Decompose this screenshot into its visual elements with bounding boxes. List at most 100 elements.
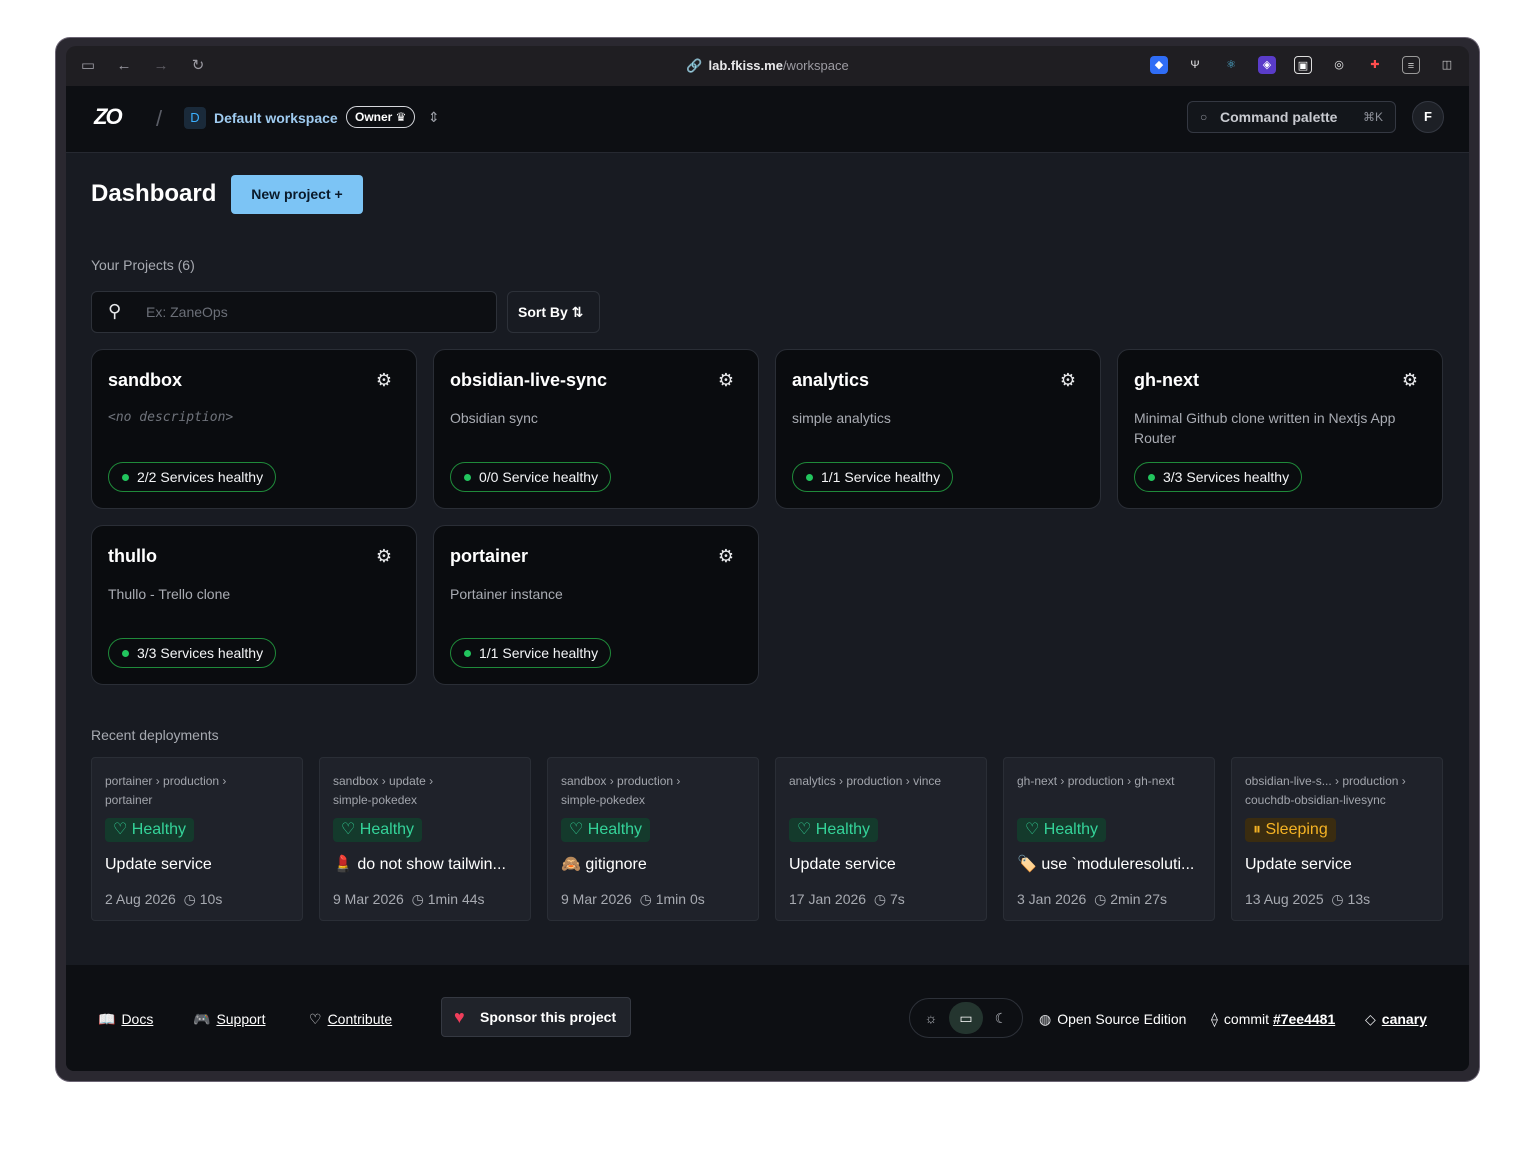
sun-icon[interactable]: ☼	[914, 1002, 948, 1034]
workspace-name[interactable]: Default workspace	[214, 108, 338, 128]
deployment-card[interactable]: sandbox › production › simple-pokedex ♡ H…	[547, 757, 759, 921]
contribute-link[interactable]: ♡ Contribute	[309, 1009, 392, 1029]
deployment-breadcrumb: gh-next › production › gh-next	[1017, 774, 1175, 788]
crumb-environment[interactable]: production	[1068, 774, 1124, 788]
gear-icon[interactable]: ⚙	[376, 546, 392, 567]
crumb-project[interactable]: gh-next	[1017, 774, 1057, 788]
deployment-card[interactable]: obsidian-live-s... › production › couchdb…	[1231, 757, 1443, 921]
recent-deployments-label: Recent deployments	[91, 727, 219, 743]
app: ZO / D Default workspace Owner ♛ ⇕ ○ Com…	[66, 86, 1469, 1071]
project-name[interactable]: gh-next	[1134, 370, 1199, 391]
deployment-card[interactable]: portainer › production › portainer ♡ Heal…	[91, 757, 303, 921]
channel-link[interactable]: canary	[1382, 1011, 1427, 1027]
crumb-service[interactable]: simple-pokedex	[333, 793, 417, 807]
shortcut-hint: ⌘K	[1362, 110, 1383, 124]
project-card[interactable]: thullo ⚙ Thullo - Trello clone 3/3 Servi…	[91, 525, 417, 685]
search-icon: ○	[1200, 110, 1208, 124]
project-name[interactable]: analytics	[792, 370, 869, 391]
commit-hash-link[interactable]: #7ee4481	[1273, 1011, 1335, 1027]
gear-icon[interactable]: ⚙	[376, 370, 392, 391]
support-link[interactable]: 🎮 Support	[193, 1009, 265, 1029]
deployment-meta: 2 Aug 2026 ◷ 10s	[105, 889, 222, 909]
crumb-service[interactable]: couchdb-obsidian-livesync	[1245, 793, 1386, 807]
deployment-breadcrumb: portainer › production › portainer	[105, 774, 227, 807]
crumb-environment[interactable]: production	[846, 774, 902, 788]
gear-icon[interactable]: ⚙	[718, 370, 734, 391]
crumb-project[interactable]: analytics	[789, 774, 836, 788]
glasses-extension-icon[interactable]: ◎	[1330, 56, 1348, 74]
commit-info: ⟠ commit #7ee4481	[1211, 1009, 1335, 1029]
crumb-environment[interactable]: update	[389, 774, 426, 788]
timer-icon: ◷	[411, 891, 424, 907]
status-label: Healthy	[359, 821, 415, 838]
crumb-service[interactable]: portainer	[105, 793, 152, 807]
laptop-icon[interactable]: ▭	[949, 1002, 983, 1034]
page-title: Dashboard	[91, 180, 217, 207]
separator: /	[156, 106, 163, 131]
project-name[interactable]: obsidian-live-sync	[450, 370, 607, 391]
sponsor-label: Sponsor this project	[480, 1009, 617, 1025]
window-extension-icon[interactable]: ▣	[1294, 56, 1312, 74]
search-input[interactable]	[146, 292, 476, 332]
edition-label: Open Source Edition	[1057, 1011, 1187, 1027]
deployment-card[interactable]: analytics › production › vince ♡ Healthy…	[775, 757, 987, 921]
crumb-environment[interactable]: production	[617, 774, 673, 788]
deployment-meta: 17 Jan 2026 ◷ 7s	[789, 889, 905, 909]
gear-icon[interactable]: ⚙	[718, 546, 734, 567]
new-project-button[interactable]: New project +	[231, 175, 363, 214]
deployment-card[interactable]: gh-next › production › gh-next ♡ Healthy…	[1003, 757, 1215, 921]
chevron-up-down-icon[interactable]: ⇕	[428, 106, 440, 128]
crumb-service[interactable]: vince	[913, 774, 941, 788]
crumb-service[interactable]: simple-pokedex	[561, 793, 645, 807]
settings-extension-icon[interactable]: ≡	[1402, 56, 1420, 74]
bitwarden-extension-icon[interactable]: ◆	[1150, 56, 1168, 74]
split-view-icon[interactable]: ◫	[1438, 56, 1456, 74]
top-header: ZO / D Default workspace Owner ♛ ⇕ ○ Com…	[66, 86, 1469, 153]
globe-icon: ◍	[1039, 1011, 1052, 1027]
project-card[interactable]: analytics ⚙ simple analytics 1/1 Service…	[775, 349, 1101, 509]
status-label: Sleeping	[1265, 821, 1328, 838]
status-badge: ♡ Healthy	[1017, 818, 1107, 842]
utensils-extension-icon[interactable]: Ψ	[1186, 56, 1204, 74]
crumb-project[interactable]: obsidian-live-s...	[1245, 774, 1332, 788]
deployment-card[interactable]: sandbox › update › simple-pokedex ♡ Healt…	[319, 757, 531, 921]
crumb-project[interactable]: portainer	[105, 774, 152, 788]
browser-window: ▭ ← → ↻ 🔗 lab.fkiss.me/workspace ◆ Ψ ⚛ ◈ …	[56, 38, 1479, 1081]
deployment-message: 🏷️ use `moduleresoluti...	[1017, 856, 1195, 873]
gear-icon[interactable]: ⚙	[1060, 370, 1076, 391]
status-label: Healthy	[815, 821, 871, 838]
docs-link[interactable]: 📖 Docs	[98, 1009, 153, 1029]
deployment-duration: 10s	[199, 891, 223, 907]
project-name[interactable]: portainer	[450, 546, 528, 567]
project-card[interactable]: portainer ⚙ Portainer instance 1/1 Servi…	[433, 525, 759, 685]
crumb-project[interactable]: sandbox	[561, 774, 606, 788]
red-extension-icon[interactable]: ✚	[1366, 56, 1384, 74]
crumb-environment[interactable]: production	[163, 774, 219, 788]
project-search[interactable]: ⚲	[91, 291, 497, 333]
project-name[interactable]: thullo	[108, 546, 157, 567]
zaneops-logo[interactable]: ZO	[94, 104, 123, 130]
projects-count-label: Your Projects (6)	[91, 257, 195, 273]
project-name[interactable]: sandbox	[108, 370, 182, 391]
moon-icon[interactable]: ☾	[984, 1002, 1018, 1034]
status-label: Healthy	[131, 821, 187, 838]
service-health-badge: 1/1 Service healthy	[792, 462, 954, 492]
crumb-project[interactable]: sandbox	[333, 774, 378, 788]
crumb-environment[interactable]: production	[1342, 774, 1398, 788]
crumb-service[interactable]: gh-next	[1134, 774, 1174, 788]
purple-extension-icon[interactable]: ◈	[1258, 56, 1276, 74]
user-avatar[interactable]: F	[1412, 101, 1444, 133]
project-card[interactable]: obsidian-live-sync ⚙ Obsidian sync 0/0 S…	[433, 349, 759, 509]
project-description: Obsidian sync	[450, 410, 538, 426]
react-devtools-icon[interactable]: ⚛	[1222, 56, 1240, 74]
sort-by-button[interactable]: Sort By ⇅	[507, 291, 600, 333]
owner-badge: Owner ♛	[346, 106, 416, 128]
gear-icon[interactable]: ⚙	[1402, 370, 1418, 391]
heart-pulse-icon: ♡	[113, 821, 132, 838]
sponsor-button[interactable]: ♥ Sponsor this project	[441, 997, 631, 1037]
timer-icon: ◷	[183, 891, 196, 907]
command-palette-button[interactable]: ○ Command palette ⌘K	[1187, 101, 1396, 133]
theme-switcher: ☼ ▭ ☾	[909, 998, 1023, 1038]
project-card[interactable]: gh-next ⚙ Minimal Github clone written i…	[1117, 349, 1443, 509]
project-card[interactable]: sandbox ⚙ <no description> 2/2 Services …	[91, 349, 417, 509]
